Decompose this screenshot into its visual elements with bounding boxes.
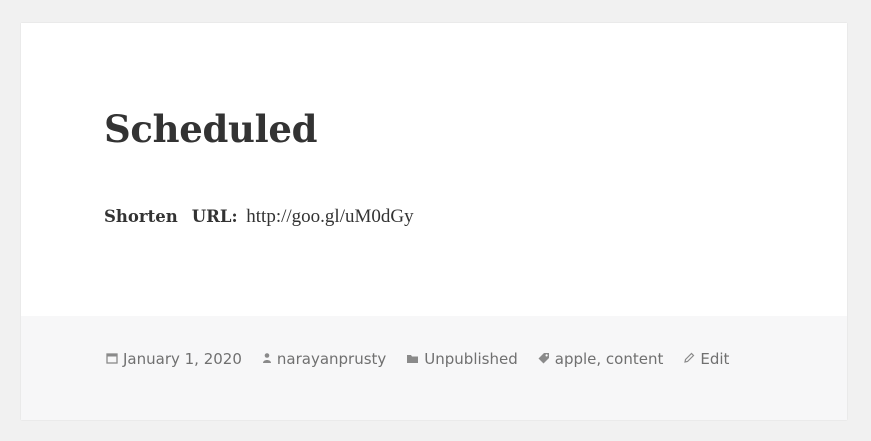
entry-footer: January 1, 2020 narayanprusty Unpublishe… bbox=[21, 316, 847, 420]
pencil-icon bbox=[683, 350, 695, 368]
entry-meta: January 1, 2020 narayanprusty Unpublishe… bbox=[106, 350, 749, 368]
tag-icon bbox=[538, 350, 550, 368]
url-label: URL: bbox=[191, 207, 238, 226]
shorten-label: Shorten bbox=[104, 207, 178, 226]
folder-icon bbox=[406, 350, 419, 368]
user-icon bbox=[262, 350, 272, 368]
category-link[interactable]: Unpublished bbox=[424, 350, 517, 368]
post-title: Scheduled bbox=[104, 107, 318, 151]
edit-link-wrap: Edit bbox=[683, 350, 729, 368]
author-link[interactable]: narayanprusty bbox=[277, 350, 386, 368]
tag-links[interactable]: apple, content bbox=[555, 350, 664, 368]
edit-link[interactable]: Edit bbox=[700, 350, 729, 368]
post-content: Shorten URL: http://goo.gl/uM0dGy bbox=[104, 204, 414, 230]
calendar-icon bbox=[106, 350, 118, 368]
post-card: Scheduled Shorten URL: http://goo.gl/uM0d… bbox=[21, 23, 847, 420]
posted-on: January 1, 2020 bbox=[106, 350, 242, 368]
post-date-link[interactable]: January 1, 2020 bbox=[123, 350, 242, 368]
categories: Unpublished bbox=[406, 350, 518, 368]
short-url-link[interactable]: http://goo.gl/uM0dGy bbox=[246, 206, 413, 227]
byline: narayanprusty bbox=[262, 350, 386, 368]
tags: apple, content bbox=[538, 350, 664, 368]
